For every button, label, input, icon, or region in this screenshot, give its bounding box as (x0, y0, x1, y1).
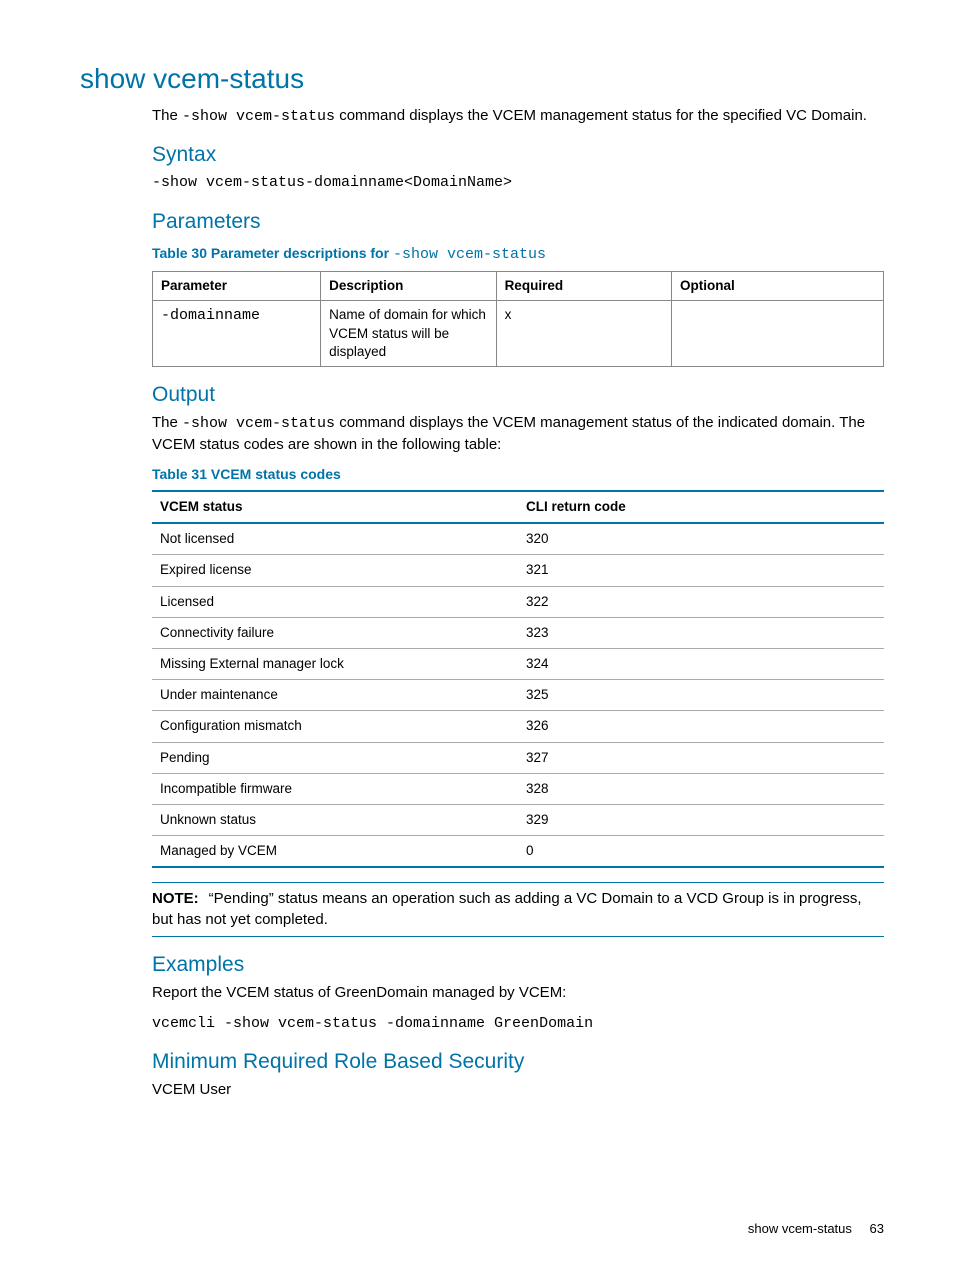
output-paragraph: The -show vcem-status command displays t… (152, 413, 884, 455)
table-row: Under maintenance325 (152, 680, 884, 711)
status-codes-table: VCEM status CLI return code Not licensed… (152, 490, 884, 869)
cell-status: Missing External manager lock (152, 648, 518, 679)
cell-code: 325 (518, 680, 884, 711)
parameters-heading: Parameters (152, 208, 884, 236)
footer-page-number: 63 (870, 1221, 884, 1236)
note-block: NOTE:“Pending” status means an operation… (152, 882, 884, 937)
cell-status: Under maintenance (152, 680, 518, 711)
cell-code: 326 (518, 711, 884, 742)
col-code: CLI return code (518, 491, 884, 523)
intro-pre: The (152, 107, 182, 124)
table-row: Incompatible firmware328 (152, 773, 884, 804)
caption-mono: -show vcem-status (393, 246, 546, 263)
table-header-row: Parameter Description Required Optional (153, 272, 884, 301)
cell-code: 321 (518, 555, 884, 586)
intro-paragraph: The -show vcem-status command displays t… (152, 106, 884, 127)
table-30-caption: Table 30 Parameter descriptions for -sho… (152, 244, 884, 265)
output-command: -show vcem-status (182, 415, 335, 432)
cell-description: Name of domain for which VCEM status wil… (321, 301, 496, 367)
cell-status: Expired license (152, 555, 518, 586)
syntax-line: -show vcem-status-domainname<DomainName> (152, 173, 884, 193)
examples-command: vcemcli -show vcem-status -domainname Gr… (152, 1014, 884, 1034)
cell-code: 327 (518, 742, 884, 773)
intro-command: -show vcem-status (182, 108, 335, 125)
cell-optional (672, 301, 884, 367)
col-optional: Optional (672, 272, 884, 301)
table-31-caption: Table 31 VCEM status codes (152, 465, 884, 484)
cell-status: Unknown status (152, 805, 518, 836)
cell-status: Incompatible firmware (152, 773, 518, 804)
security-text: VCEM User (152, 1080, 884, 1100)
cell-code: 0 (518, 836, 884, 868)
table-row: Not licensed320 (152, 523, 884, 555)
cell-parameter: -domainname (153, 301, 321, 367)
table-row: Connectivity failure323 (152, 617, 884, 648)
cell-status: Managed by VCEM (152, 836, 518, 868)
table-row: Configuration mismatch326 (152, 711, 884, 742)
page-footer: show vcem-status 63 (80, 1220, 884, 1238)
examples-text: Report the VCEM status of GreenDomain ma… (152, 983, 884, 1003)
cell-code: 324 (518, 648, 884, 679)
table-row: Missing External manager lock324 (152, 648, 884, 679)
cell-code: 320 (518, 523, 884, 555)
caption-text: Table 30 Parameter descriptions for (152, 245, 393, 261)
cell-status: Configuration mismatch (152, 711, 518, 742)
output-heading: Output (152, 381, 884, 409)
col-status: VCEM status (152, 491, 518, 523)
cell-status: Licensed (152, 586, 518, 617)
cell-code: 329 (518, 805, 884, 836)
table-header-row: VCEM status CLI return code (152, 491, 884, 523)
table-row: Unknown status329 (152, 805, 884, 836)
page-title: show vcem-status (80, 60, 884, 98)
note-label: NOTE: (152, 890, 199, 907)
parameters-table: Parameter Description Required Optional … (152, 271, 884, 367)
examples-heading: Examples (152, 951, 884, 979)
table-row: Pending327 (152, 742, 884, 773)
cell-status: Not licensed (152, 523, 518, 555)
table-row: -domainnameName of domain for which VCEM… (153, 301, 884, 367)
syntax-heading: Syntax (152, 141, 884, 169)
cell-status: Pending (152, 742, 518, 773)
intro-post: command displays the VCEM management sta… (335, 107, 867, 124)
footer-section: show vcem-status (748, 1221, 852, 1236)
cell-code: 328 (518, 773, 884, 804)
cell-code: 323 (518, 617, 884, 648)
col-parameter: Parameter (153, 272, 321, 301)
security-heading: Minimum Required Role Based Security (152, 1048, 884, 1076)
cell-required: x (496, 301, 671, 367)
col-description: Description (321, 272, 496, 301)
note-text: “Pending” status means an operation such… (152, 890, 862, 927)
output-pre: The (152, 414, 182, 431)
table-row: Managed by VCEM0 (152, 836, 884, 868)
cell-status: Connectivity failure (152, 617, 518, 648)
table-row: Expired license321 (152, 555, 884, 586)
table-row: Licensed322 (152, 586, 884, 617)
cell-code: 322 (518, 586, 884, 617)
col-required: Required (496, 272, 671, 301)
